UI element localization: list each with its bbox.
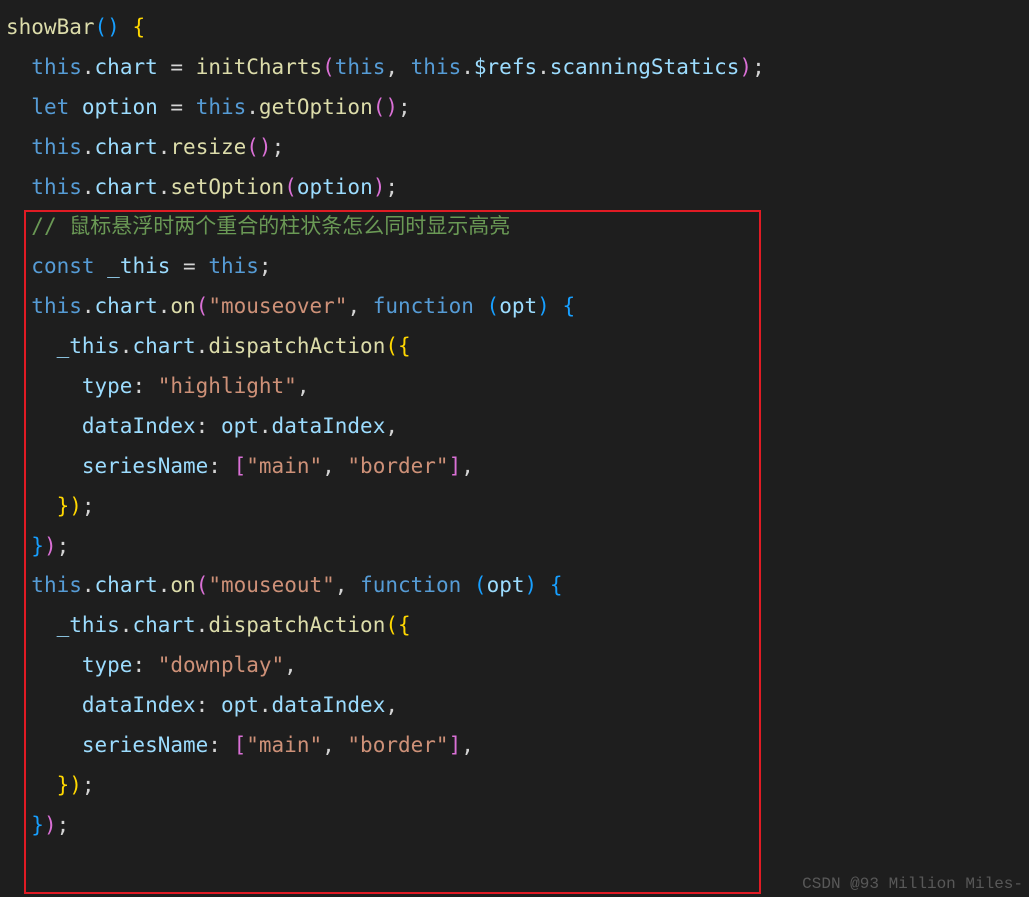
- function-name: showBar: [6, 15, 95, 39]
- comment: // 鼠标悬浮时两个重合的柱状条怎么同时显示高亮: [31, 214, 510, 238]
- code-editor[interactable]: showBar() { this.chart = initCharts(this…: [0, 0, 1029, 846]
- watermark: CSDN @93 Million Miles-: [802, 875, 1023, 893]
